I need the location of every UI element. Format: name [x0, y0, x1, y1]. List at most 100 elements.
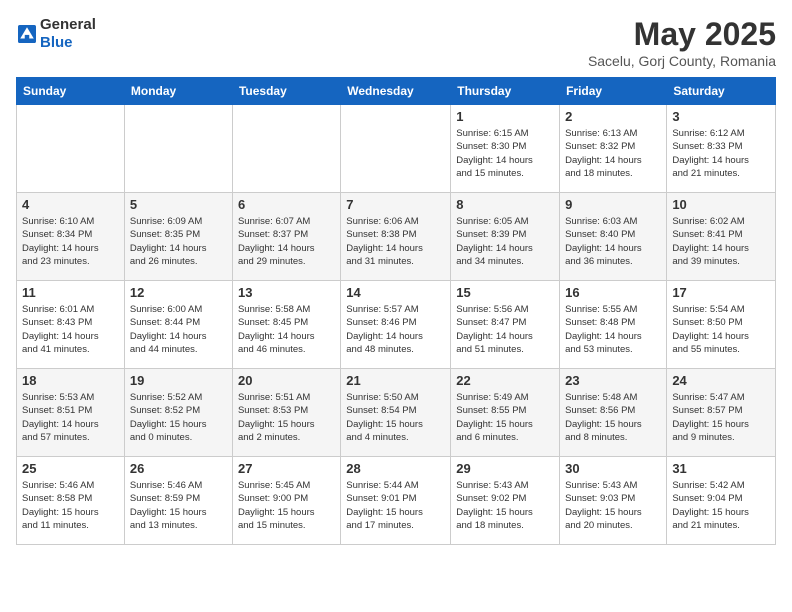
day-info: Sunrise: 5:48 AM Sunset: 8:56 PM Dayligh… — [565, 391, 661, 444]
day-info: Sunrise: 6:02 AM Sunset: 8:41 PM Dayligh… — [672, 215, 770, 268]
day-info: Sunrise: 5:45 AM Sunset: 9:00 PM Dayligh… — [238, 479, 335, 532]
calendar-cell: 21 Sunrise: 5:50 AM Sunset: 8:54 PM Dayli… — [341, 369, 451, 457]
day-number: 16 — [565, 285, 661, 300]
calendar-cell: 20 Sunrise: 5:51 AM Sunset: 8:53 PM Dayli… — [232, 369, 340, 457]
calendar-cell: 13Sunrise: 5:58 AM Sunset: 8:45 PM Dayli… — [232, 281, 340, 369]
week-row-4: 18Sunrise: 5:53 AM Sunset: 8:51 PM Dayli… — [17, 369, 776, 457]
calendar-cell: 8 Sunrise: 6:05 AM Sunset: 8:39 PM Daylig… — [451, 193, 560, 281]
day-info: Sunrise: 5:50 AM Sunset: 8:54 PM Dayligh… — [346, 391, 445, 444]
day-info: Sunrise: 6:09 AM Sunset: 8:35 PM Dayligh… — [130, 215, 227, 268]
calendar-cell: 22 Sunrise: 5:49 AM Sunset: 8:55 PM Dayli… — [451, 369, 560, 457]
calendar-cell: 5 Sunrise: 6:09 AM Sunset: 8:35 PM Daylig… — [124, 193, 232, 281]
location-title: Sacelu, Gorj County, Romania — [588, 53, 776, 69]
day-info: Sunrise: 6:05 AM Sunset: 8:39 PM Dayligh… — [456, 215, 554, 268]
calendar-cell: 7 Sunrise: 6:06 AM Sunset: 8:38 PM Daylig… — [341, 193, 451, 281]
day-number: 20 — [238, 373, 335, 388]
week-row-1: 1 Sunrise: 6:15 AM Sunset: 8:30 PM Daylig… — [17, 105, 776, 193]
calendar-cell: 16Sunrise: 5:55 AM Sunset: 8:48 PM Dayli… — [560, 281, 667, 369]
calendar-cell: 26 Sunrise: 5:46 AM Sunset: 8:59 PM Dayli… — [124, 457, 232, 545]
calendar-cell — [232, 105, 340, 193]
calendar-cell: 19 Sunrise: 5:52 AM Sunset: 8:52 PM Dayli… — [124, 369, 232, 457]
day-info: Sunrise: 6:12 AM Sunset: 8:33 PM Dayligh… — [672, 127, 770, 180]
weekday-header-wednesday: Wednesday — [341, 78, 451, 105]
day-number: 15 — [456, 285, 554, 300]
day-info: Sunrise: 5:46 AM Sunset: 8:59 PM Dayligh… — [130, 479, 227, 532]
calendar-cell: 9Sunrise: 6:03 AM Sunset: 8:40 PM Daylig… — [560, 193, 667, 281]
day-number: 19 — [130, 373, 227, 388]
day-number: 9 — [565, 197, 661, 212]
day-info: Sunrise: 5:52 AM Sunset: 8:52 PM Dayligh… — [130, 391, 227, 444]
day-number: 24 — [672, 373, 770, 388]
day-info: Sunrise: 5:49 AM Sunset: 8:55 PM Dayligh… — [456, 391, 554, 444]
day-info: Sunrise: 5:43 AM Sunset: 9:03 PM Dayligh… — [565, 479, 661, 532]
day-number: 10 — [672, 197, 770, 212]
day-info: Sunrise: 5:54 AM Sunset: 8:50 PM Dayligh… — [672, 303, 770, 356]
day-number: 23 — [565, 373, 661, 388]
day-number: 31 — [672, 461, 770, 476]
day-number: 8 — [456, 197, 554, 212]
day-number: 17 — [672, 285, 770, 300]
day-number: 22 — [456, 373, 554, 388]
calendar-table: SundayMondayTuesdayWednesdayThursdayFrid… — [16, 77, 776, 545]
day-number: 14 — [346, 285, 445, 300]
day-number: 4 — [22, 197, 119, 212]
weekday-header-row: SundayMondayTuesdayWednesdayThursdayFrid… — [17, 78, 776, 105]
day-info: Sunrise: 5:57 AM Sunset: 8:46 PM Dayligh… — [346, 303, 445, 356]
day-number: 27 — [238, 461, 335, 476]
day-number: 1 — [456, 109, 554, 124]
page-header: General Blue May 2025 Sacelu, Gorj Count… — [16, 16, 776, 69]
day-number: 30 — [565, 461, 661, 476]
calendar-cell: 4 Sunrise: 6:10 AM Sunset: 8:34 PM Daylig… — [17, 193, 125, 281]
logo-icon — [18, 25, 36, 43]
weekday-header-tuesday: Tuesday — [232, 78, 340, 105]
calendar-cell: 27 Sunrise: 5:45 AM Sunset: 9:00 PM Dayli… — [232, 457, 340, 545]
day-number: 12 — [130, 285, 227, 300]
day-number: 6 — [238, 197, 335, 212]
day-info: Sunrise: 5:53 AM Sunset: 8:51 PM Dayligh… — [22, 391, 119, 444]
day-info: Sunrise: 6:10 AM Sunset: 8:34 PM Dayligh… — [22, 215, 119, 268]
logo: General Blue — [16, 16, 96, 52]
logo-general: General — [40, 16, 96, 33]
calendar-cell: 14 Sunrise: 5:57 AM Sunset: 8:46 PM Dayli… — [341, 281, 451, 369]
calendar-cell: 18Sunrise: 5:53 AM Sunset: 8:51 PM Dayli… — [17, 369, 125, 457]
week-row-3: 11 Sunrise: 6:01 AM Sunset: 8:43 PM Dayli… — [17, 281, 776, 369]
calendar-cell: 24Sunrise: 5:47 AM Sunset: 8:57 PM Dayli… — [667, 369, 776, 457]
day-info: Sunrise: 6:15 AM Sunset: 8:30 PM Dayligh… — [456, 127, 554, 180]
day-number: 11 — [22, 285, 119, 300]
day-number: 26 — [130, 461, 227, 476]
day-info: Sunrise: 5:56 AM Sunset: 8:47 PM Dayligh… — [456, 303, 554, 356]
calendar-cell — [124, 105, 232, 193]
weekday-header-friday: Friday — [560, 78, 667, 105]
day-number: 5 — [130, 197, 227, 212]
calendar-cell: 6 Sunrise: 6:07 AM Sunset: 8:37 PM Daylig… — [232, 193, 340, 281]
calendar-cell: 10 Sunrise: 6:02 AM Sunset: 8:41 PM Dayli… — [667, 193, 776, 281]
logo-blue: Blue — [40, 34, 73, 51]
day-info: Sunrise: 6:06 AM Sunset: 8:38 PM Dayligh… — [346, 215, 445, 268]
calendar-cell: 12Sunrise: 6:00 AM Sunset: 8:44 PM Dayli… — [124, 281, 232, 369]
calendar-cell: 11 Sunrise: 6:01 AM Sunset: 8:43 PM Dayli… — [17, 281, 125, 369]
calendar-cell: 17 Sunrise: 5:54 AM Sunset: 8:50 PM Dayli… — [667, 281, 776, 369]
calendar-cell: 1 Sunrise: 6:15 AM Sunset: 8:30 PM Daylig… — [451, 105, 560, 193]
day-info: Sunrise: 5:42 AM Sunset: 9:04 PM Dayligh… — [672, 479, 770, 532]
calendar-cell — [17, 105, 125, 193]
day-info: Sunrise: 6:07 AM Sunset: 8:37 PM Dayligh… — [238, 215, 335, 268]
day-info: Sunrise: 5:43 AM Sunset: 9:02 PM Dayligh… — [456, 479, 554, 532]
calendar-cell: 29Sunrise: 5:43 AM Sunset: 9:02 PM Dayli… — [451, 457, 560, 545]
calendar-cell: 30 Sunrise: 5:43 AM Sunset: 9:03 PM Dayli… — [560, 457, 667, 545]
day-number: 2 — [565, 109, 661, 124]
day-number: 7 — [346, 197, 445, 212]
month-title: May 2025 — [588, 16, 776, 53]
day-info: Sunrise: 5:58 AM Sunset: 8:45 PM Dayligh… — [238, 303, 335, 356]
day-number: 3 — [672, 109, 770, 124]
day-number: 21 — [346, 373, 445, 388]
day-info: Sunrise: 5:44 AM Sunset: 9:01 PM Dayligh… — [346, 479, 445, 532]
calendar-cell: 2Sunrise: 6:13 AM Sunset: 8:32 PM Daylig… — [560, 105, 667, 193]
day-info: Sunrise: 5:51 AM Sunset: 8:53 PM Dayligh… — [238, 391, 335, 444]
weekday-header-thursday: Thursday — [451, 78, 560, 105]
calendar-cell: 28Sunrise: 5:44 AM Sunset: 9:01 PM Dayli… — [341, 457, 451, 545]
weekday-header-saturday: Saturday — [667, 78, 776, 105]
calendar-cell: 31 Sunrise: 5:42 AM Sunset: 9:04 PM Dayli… — [667, 457, 776, 545]
day-info: Sunrise: 5:46 AM Sunset: 8:58 PM Dayligh… — [22, 479, 119, 532]
day-info: Sunrise: 6:01 AM Sunset: 8:43 PM Dayligh… — [22, 303, 119, 356]
weekday-header-sunday: Sunday — [17, 78, 125, 105]
